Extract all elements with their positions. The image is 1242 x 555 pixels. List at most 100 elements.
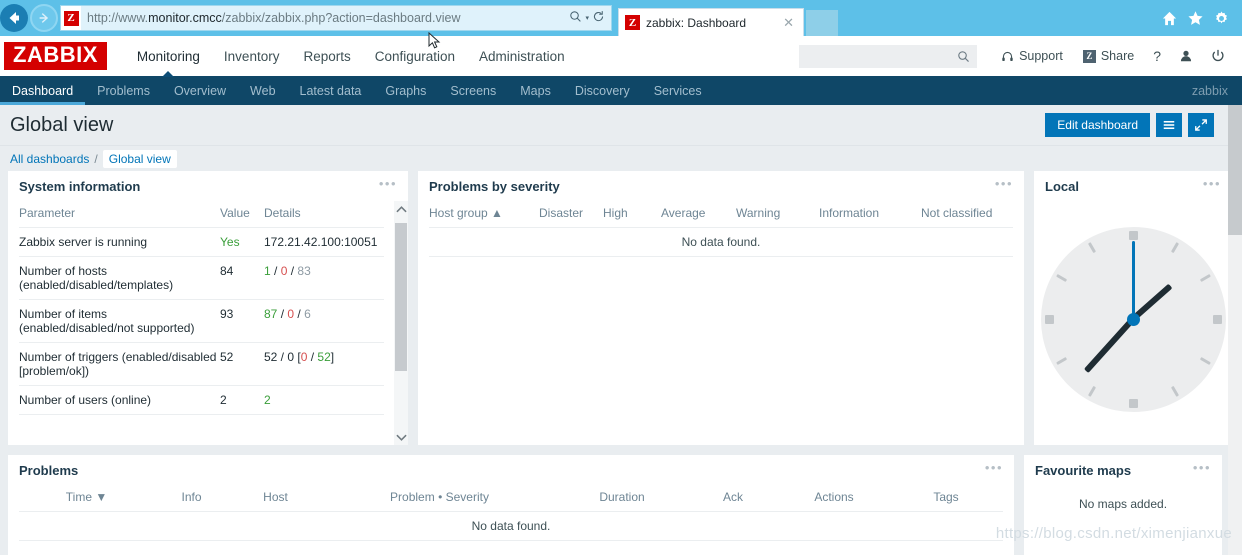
column-not-classified[interactable]: Not classified <box>921 201 1013 228</box>
help-button[interactable]: ? <box>1144 48 1170 64</box>
fullscreen-button[interactable] <box>1188 113 1214 137</box>
subnav-label: Latest data <box>299 83 362 98</box>
page-content: Global view Edit dashboard All dashboard… <box>0 105 1242 555</box>
star-icon[interactable] <box>1187 10 1204 27</box>
ellipsis-icon[interactable]: ••• <box>995 177 1013 196</box>
column-problem-severity[interactable]: Problem • Severity <box>322 485 557 512</box>
clock-tick <box>1055 273 1067 282</box>
new-tab-button[interactable] <box>806 10 838 36</box>
breadcrumb: All dashboards / Global view <box>0 145 1242 171</box>
signout-button[interactable] <box>1202 49 1234 63</box>
menu-item-reports[interactable]: Reports <box>291 36 362 76</box>
column-high[interactable]: High <box>603 201 661 228</box>
severity-table-container: Host group ▲ Disaster High Average Warni… <box>418 201 1024 257</box>
widget-title: Favourite maps <box>1035 462 1132 478</box>
clock-tick <box>1128 398 1138 408</box>
headset-icon <box>1002 51 1013 61</box>
system-information-table-container: Parameter Value Details Zabbix server is… <box>8 201 408 445</box>
menu-item-administration[interactable]: Administration <box>467 36 577 76</box>
gear-icon[interactable] <box>1213 10 1230 27</box>
column-ack[interactable]: Ack <box>687 485 779 512</box>
page-scrollbar[interactable] <box>1228 105 1242 555</box>
header-right-tools: Support Z Share ? <box>799 44 1242 68</box>
column-actions[interactable]: Actions <box>779 485 889 512</box>
clock-tick <box>1170 385 1179 397</box>
widget-header: Local ••• <box>1034 171 1232 201</box>
current-user-label[interactable]: zabbix <box>1178 76 1242 105</box>
breadcrumb-all-dashboards[interactable]: All dashboards <box>10 152 89 166</box>
support-link[interactable]: Support <box>991 49 1073 63</box>
page-scrollbar-thumb[interactable] <box>1228 105 1242 235</box>
cell-parameter: Zabbix server is running <box>19 227 220 257</box>
clock-tick <box>1170 241 1179 253</box>
subnav-label: Services <box>653 83 702 98</box>
browser-forward-button[interactable] <box>30 4 58 32</box>
menu-item-configuration[interactable]: Configuration <box>363 36 467 76</box>
menu-item-inventory[interactable]: Inventory <box>212 36 292 76</box>
ellipsis-icon[interactable]: ••• <box>1203 177 1221 196</box>
column-duration[interactable]: Duration <box>557 485 687 512</box>
chevron-down-icon[interactable] <box>395 429 407 445</box>
column-info[interactable]: Info <box>154 485 229 512</box>
subnav-item-web[interactable]: Web <box>238 76 287 105</box>
ellipsis-icon[interactable]: ••• <box>1193 461 1211 480</box>
dashboard-menu-button[interactable] <box>1156 113 1182 137</box>
clock-center-pin <box>1126 312 1140 326</box>
user-settings-button[interactable] <box>1170 49 1202 63</box>
zabbix-logo[interactable]: ZABBIX <box>4 42 107 70</box>
chevron-up-icon[interactable] <box>395 201 407 217</box>
column-time[interactable]: Time ▼ <box>19 485 154 512</box>
user-icon <box>1180 50 1192 62</box>
column-host-group[interactable]: Host group ▲ <box>429 201 539 228</box>
clock-tick <box>1212 314 1222 324</box>
home-icon[interactable] <box>1161 10 1178 27</box>
column-information[interactable]: Information <box>819 201 921 228</box>
subnav-item-problems[interactable]: Problems <box>85 76 162 105</box>
widget-title: Problems <box>19 462 79 478</box>
address-bar[interactable]: Z http://www.monitor.cmcc/zabbix/zabbix.… <box>60 5 612 31</box>
clock-tick <box>1199 273 1211 282</box>
scrollbar-thumb[interactable] <box>395 223 407 371</box>
tab-strip: Z zabbix: Dashboard ✕ <box>618 0 838 36</box>
widget-scrollbar[interactable] <box>394 201 408 445</box>
column-host[interactable]: Host <box>229 485 322 512</box>
subnav-item-latest-data[interactable]: Latest data <box>288 76 374 105</box>
column-warning[interactable]: Warning <box>736 201 819 228</box>
edit-dashboard-button[interactable]: Edit dashboard <box>1045 113 1150 137</box>
subnav-item-maps[interactable]: Maps <box>508 76 563 105</box>
widget-header: Problems by severity ••• <box>418 171 1024 201</box>
column-disaster[interactable]: Disaster <box>539 201 603 228</box>
share-link[interactable]: Z Share <box>1073 49 1144 63</box>
subnav-item-overview[interactable]: Overview <box>162 76 238 105</box>
subnav-label: Problems <box>97 83 150 98</box>
table-header-row: Host group ▲ Disaster High Average Warni… <box>429 201 1013 228</box>
reload-icon[interactable] <box>592 10 605 26</box>
mouse-cursor <box>428 31 442 50</box>
ellipsis-icon[interactable]: ••• <box>379 177 397 196</box>
widget-local-clock: Local ••• <box>1034 171 1232 445</box>
subnav-item-screens[interactable]: Screens <box>438 76 508 105</box>
column-tags[interactable]: Tags <box>889 485 1003 512</box>
global-search-input[interactable] <box>799 44 978 68</box>
clock-tick <box>1087 241 1096 253</box>
address-search-icon[interactable] <box>569 10 582 26</box>
breadcrumb-global-view[interactable]: Global view <box>102 149 177 168</box>
widget-problems-by-severity: Problems by severity ••• Host group ▲ Di… <box>418 171 1024 445</box>
column-average[interactable]: Average <box>661 201 736 228</box>
clock-minute-hand <box>1083 316 1136 374</box>
column-details: Details <box>264 201 384 228</box>
address-dropdown-caret-icon[interactable]: ▾ <box>585 14 589 22</box>
subnav-item-discovery[interactable]: Discovery <box>563 76 642 105</box>
subnav-item-services[interactable]: Services <box>642 76 714 105</box>
browser-tab-zabbix-dashboard[interactable]: Z zabbix: Dashboard ✕ <box>618 8 804 36</box>
subnav-item-dashboard[interactable]: Dashboard <box>0 76 86 105</box>
subnav-label: Maps <box>520 83 551 98</box>
tab-close-icon[interactable]: ✕ <box>780 15 797 31</box>
browser-back-button[interactable] <box>0 4 28 32</box>
menu-item-monitoring[interactable]: Monitoring <box>125 36 212 76</box>
ellipsis-icon[interactable]: ••• <box>985 461 1003 480</box>
cell-parameter: Number of items (enabled/disabled/not su… <box>19 299 220 343</box>
table-header-row: Time ▼ Info Host Problem • Severity Dura… <box>19 485 1003 512</box>
column-parameter: Parameter <box>19 201 220 228</box>
subnav-item-graphs[interactable]: Graphs <box>373 76 438 105</box>
